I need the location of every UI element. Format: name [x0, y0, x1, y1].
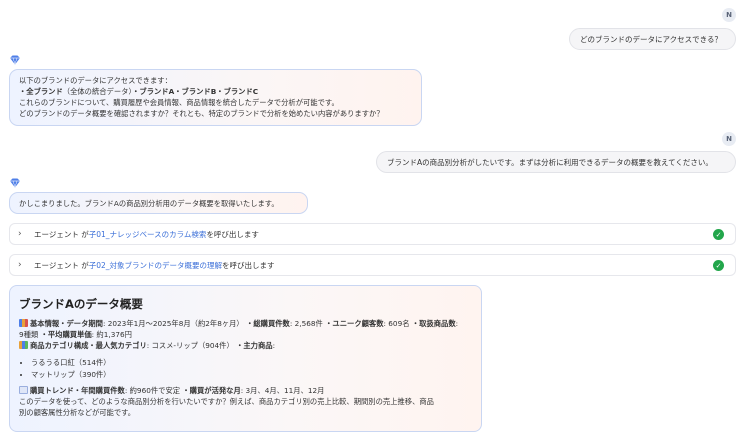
unique-value: : 609名	[383, 319, 410, 328]
user-message-text: ブランドAの商品別分析がしたいです。まずは分析に利用できるデータの概要を教えてく…	[387, 157, 713, 167]
closing-text: このデータを使って、どのような商品別分析を行いたいですか？例えば、商品カテゴリ別…	[19, 397, 434, 406]
books-icon	[19, 341, 28, 349]
check-icon: ✓	[713, 260, 724, 271]
assistant-line: これらのブランドについて、購買履歴や会員情報、商品情報を統合したデータで分析が可…	[19, 98, 339, 107]
brand-all: ・全ブランド	[19, 87, 63, 96]
product-list: うるうる口紅（514件） マットリップ（390件）	[31, 357, 472, 381]
trend-chart-icon	[19, 386, 28, 394]
items-value: :	[455, 319, 459, 328]
avg-value: : 約1,376円	[91, 330, 132, 339]
unique-label: ・ユニーク顧客数	[325, 319, 384, 328]
card-title: ブランドAのデータ概要	[19, 297, 143, 311]
user-message: どのブランドのデータにアクセスできる？	[569, 28, 736, 50]
brand-list: ・ブランドA・ブランドB・ブランドC	[132, 87, 259, 96]
chevron-right-icon[interactable]: ›	[18, 229, 28, 239]
trend-line: 購買トレンド・年間購買件数: 約960件で安定 ・購買が活発な月: 3月、4月、…	[19, 385, 472, 396]
data-summary-card: ブランドAのデータ概要 基本情報・データ期間: 2023年1月〜2025年8月（…	[9, 285, 482, 432]
trend-value: : 約960件で安定	[124, 386, 181, 395]
active-month-label: ・購買が活発な月	[182, 386, 241, 395]
basic-info-line-2: 9種類 ・平均購買単価: 約1,376円	[19, 329, 472, 340]
assistant-message: 以下のブランドのデータにアクセスできます： ・全ブランド（全体の統合データ）・ブ…	[9, 69, 422, 126]
agent-call-row[interactable]: › エージェント が 子01_ナレッジベースのカラム検索 を呼び出します ✓	[9, 223, 736, 245]
user-avatar: N	[722, 132, 736, 146]
list-item: うるうる口紅（514件）	[31, 357, 472, 369]
category-line: 商品カテゴリ構成・最人気カテゴリ: コスメ-リップ（904件） ・主力商品:	[19, 340, 472, 351]
ai-assistant-icon	[10, 55, 20, 65]
basic-info-value: : 2023年1月〜2025年8月（約2年8ヶ月）	[102, 319, 244, 328]
avg-label: ・平均購買単価	[40, 330, 92, 339]
category-label: 商品カテゴリ構成・最人気カテゴリ	[30, 341, 147, 350]
check-icon: ✓	[713, 229, 724, 240]
basic-info-label: 基本情報・データ期間	[30, 319, 103, 328]
items-value-2: 9種類	[19, 330, 39, 339]
active-month-value: : 3月、4月、11月、12月	[240, 386, 325, 395]
bar-chart-icon	[19, 319, 28, 327]
user-message: ブランドAの商品別分析がしたいです。まずは分析に利用できるデータの概要を教えてく…	[376, 151, 736, 173]
assistant-message-text: かしこまりました。ブランドAの商品別分析用のデータ概要を取得いたします。	[19, 198, 279, 208]
user-message-text: どのブランドのデータにアクセスできる？	[580, 34, 722, 44]
trend-label: 購買トレンド・年間購買件数	[30, 386, 125, 395]
assistant-line: 以下のブランドのデータにアクセスできます：	[19, 76, 172, 85]
agent-suffix: を呼び出します	[206, 229, 259, 239]
items-label: ・取扱商品数	[411, 319, 456, 328]
agent-suffix: を呼び出します	[222, 260, 275, 270]
main-product-label: ・主力商品	[236, 341, 273, 350]
assistant-message: かしこまりました。ブランドAの商品別分析用のデータ概要を取得いたします。	[9, 192, 308, 214]
agent-prefix: エージェント が	[34, 260, 89, 270]
assistant-line: どのブランドのデータ概要を確認されますか？それとも、特定のブランドで分析を始めた…	[19, 109, 384, 118]
main-product-value: :	[272, 341, 276, 350]
agent-link[interactable]: 子02_対象ブランドのデータ概要の理解	[89, 260, 222, 271]
list-item: マットリップ（390件）	[31, 369, 472, 381]
agent-prefix: エージェント が	[34, 229, 89, 239]
user-avatar: N	[722, 8, 736, 22]
category-value: : コスメ-リップ（904件）	[146, 341, 234, 350]
total-value: : 2,568件	[289, 319, 323, 328]
agent-call-row[interactable]: › エージェント が 子02_対象ブランドのデータ概要の理解 を呼び出します ✓	[9, 254, 736, 276]
basic-info-line: 基本情報・データ期間: 2023年1月〜2025年8月（約2年8ヶ月） ・総購買…	[19, 318, 472, 329]
agent-link[interactable]: 子01_ナレッジベースのカラム検索	[89, 229, 207, 240]
ai-assistant-icon	[10, 178, 20, 188]
assistant-line: ・全ブランド（全体の統合データ）・ブランドA・ブランドB・ブランドC	[19, 86, 412, 97]
chevron-right-icon[interactable]: ›	[18, 260, 28, 270]
closing-text: 別の顧客属性分析などが可能です。	[19, 408, 136, 417]
total-label: ・総購買件数	[246, 319, 290, 328]
brand-all-note: （全体の統合データ）	[62, 87, 133, 96]
